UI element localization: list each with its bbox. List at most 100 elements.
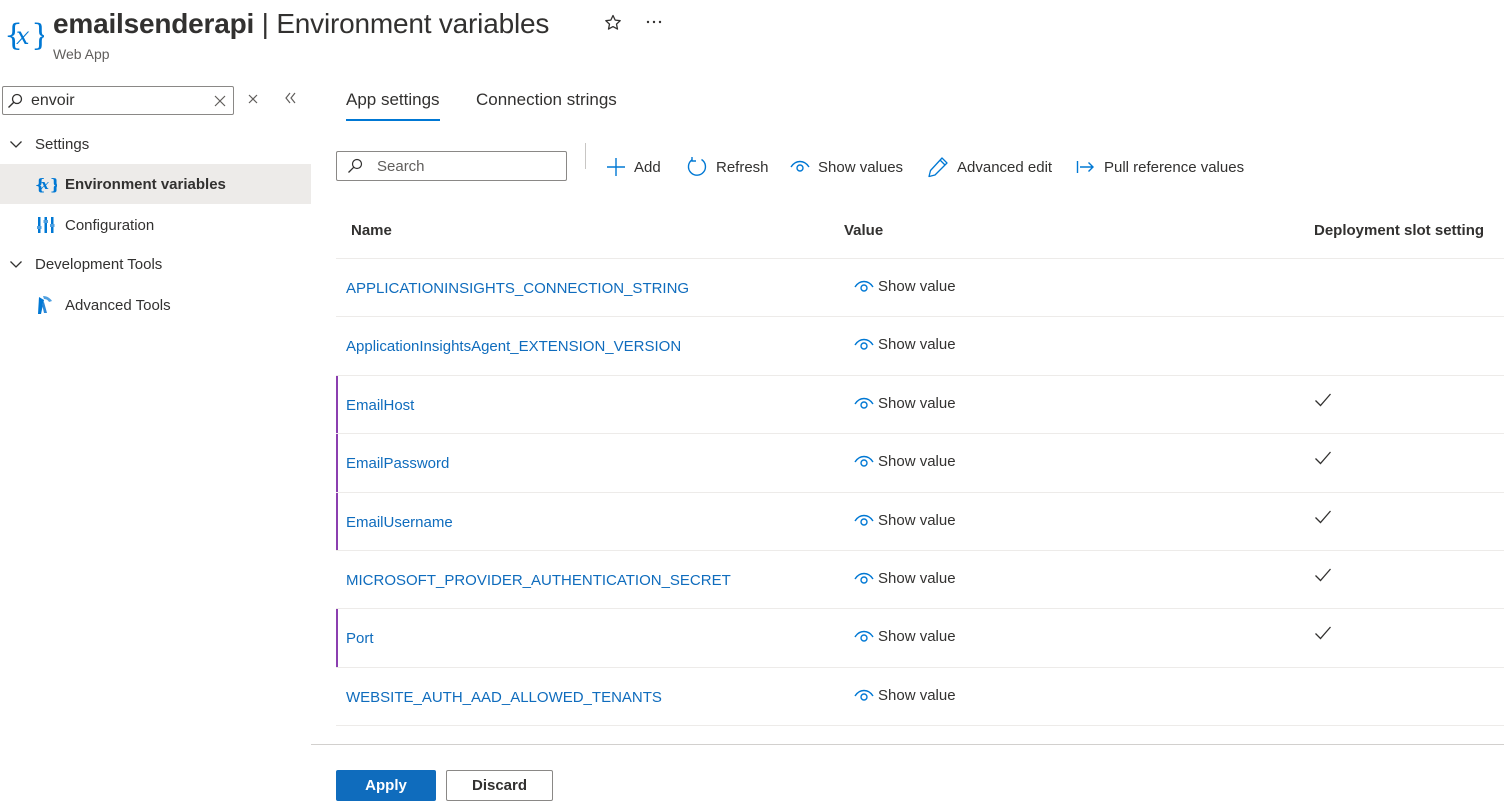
- checkmark-icon: [1314, 509, 1332, 530]
- show-values-label: Show values: [818, 158, 904, 176]
- table-row: WEBSITE_AUTH_AAD_ALLOWED_TENANTS Show val…: [336, 667, 1504, 726]
- eye-icon: [854, 689, 874, 701]
- setting-name-link[interactable]: APPLICATIONINSIGHTS_CONNECTION_STRING: [346, 280, 689, 297]
- show-value-label: Show value: [878, 687, 956, 704]
- apply-button[interactable]: Apply: [336, 770, 436, 801]
- show-value-label: Show value: [878, 570, 956, 587]
- refresh-label: Refresh: [716, 158, 769, 176]
- sidebar-item-environment-variables[interactable]: { x } Environment variables: [0, 164, 311, 204]
- search-icon: [337, 158, 373, 174]
- show-value-label: Show value: [878, 278, 956, 295]
- show-value-button[interactable]: Show value: [854, 336, 956, 353]
- show-values-button[interactable]: Show values: [790, 154, 903, 180]
- search-input[interactable]: [373, 157, 553, 175]
- nav-group-label: Development Tools: [35, 255, 163, 273]
- checkmark-icon: [1314, 625, 1332, 646]
- sidebar-item-configuration[interactable]: Configuration: [0, 205, 311, 245]
- advanced-edit-label: Advanced edit: [957, 158, 1053, 176]
- variables-icon: { x }: [4, 14, 50, 54]
- chevron-down-icon: [2, 257, 30, 271]
- tab-connection-strings[interactable]: Connection strings: [476, 90, 617, 110]
- checkmark-icon: [1314, 567, 1332, 588]
- show-value-button[interactable]: Show value: [854, 278, 956, 295]
- sidebar-item-label: Environment variables: [65, 175, 226, 193]
- discard-button[interactable]: Discard: [446, 770, 553, 801]
- show-value-label: Show value: [878, 336, 956, 353]
- eye-icon: [854, 280, 874, 292]
- nav-group-settings[interactable]: Settings: [0, 128, 89, 160]
- show-value-button[interactable]: Show value: [854, 453, 956, 470]
- settings-search[interactable]: [336, 151, 567, 181]
- show-value-button[interactable]: Show value: [854, 512, 956, 529]
- eye-icon: [854, 397, 874, 409]
- setting-name-link[interactable]: ApplicationInsightsAgent_EXTENSION_VERSI…: [346, 338, 681, 355]
- menu-search-input[interactable]: envoir: [2, 86, 234, 115]
- pencil-icon: [928, 157, 948, 178]
- star-icon[interactable]: [604, 14, 622, 38]
- page-title: emailsenderapi | Environment variables: [53, 8, 549, 40]
- modified-marker: [336, 434, 338, 492]
- sidebar-item-advanced-tools[interactable]: Advanced Tools: [0, 285, 311, 325]
- eye-icon: [790, 160, 810, 172]
- collapse-menu-icon[interactable]: [282, 90, 298, 111]
- menu-search-value: envoir: [31, 91, 75, 109]
- pull-reference-values-label: Pull reference values: [1104, 158, 1245, 176]
- pull-reference-values-button[interactable]: Pull reference values: [1076, 154, 1244, 180]
- show-value-label: Show value: [878, 512, 956, 529]
- show-value-button[interactable]: Show value: [854, 570, 956, 587]
- advanced-edit-button[interactable]: Advanced edit: [927, 154, 1052, 180]
- add-button[interactable]: Add: [606, 154, 661, 180]
- setting-name-link[interactable]: EmailHost: [346, 397, 414, 414]
- modified-marker: [336, 493, 338, 551]
- refresh-button[interactable]: Refresh: [686, 154, 769, 180]
- search-icon: [3, 93, 27, 109]
- table-row: MICROSOFT_PROVIDER_AUTHENTICATION_SECRET…: [336, 550, 1504, 609]
- show-value-button[interactable]: Show value: [854, 687, 956, 704]
- setting-name-link[interactable]: MICROSOFT_PROVIDER_AUTHENTICATION_SECRET: [346, 572, 731, 589]
- title-separator: |: [254, 8, 277, 39]
- clear-search-icon[interactable]: [207, 95, 233, 107]
- table-row: EmailHost Show value: [336, 375, 1504, 434]
- sidebar-item-label: Advanced Tools: [65, 296, 171, 314]
- show-value-button[interactable]: Show value: [854, 395, 956, 412]
- eye-icon: [854, 338, 874, 350]
- toolbar-divider: [585, 143, 586, 169]
- page-name: Environment variables: [276, 8, 550, 39]
- setting-name-link[interactable]: Port: [346, 630, 374, 647]
- refresh-icon: [687, 157, 707, 176]
- eye-icon: [854, 572, 874, 584]
- setting-name-link[interactable]: WEBSITE_AUTH_AAD_ALLOWED_TENANTS: [346, 689, 662, 706]
- show-value-label: Show value: [878, 628, 956, 645]
- chevron-down-icon: [2, 137, 30, 151]
- show-value-label: Show value: [878, 395, 956, 412]
- modified-marker: [336, 609, 338, 667]
- more-icon[interactable]: [645, 12, 663, 35]
- add-icon: [607, 158, 625, 176]
- column-header-value[interactable]: Value: [844, 222, 883, 239]
- svg-text:x: x: [16, 22, 30, 50]
- table-row: ApplicationInsightsAgent_EXTENSION_VERSI…: [336, 316, 1504, 375]
- checkmark-icon: [1314, 450, 1332, 471]
- eye-icon: [854, 514, 874, 526]
- resource-name: emailsenderapi: [53, 8, 255, 39]
- sidebar-item-label: Configuration: [65, 216, 155, 234]
- table-row: Port Show value: [336, 608, 1504, 667]
- show-value-button[interactable]: Show value: [854, 628, 956, 645]
- close-icon[interactable]: [246, 92, 260, 111]
- configuration-icon: [33, 216, 59, 234]
- footer-divider: [311, 744, 1504, 745]
- svg-text:x: x: [40, 178, 49, 193]
- nav-group-development-tools[interactable]: Development Tools: [0, 248, 162, 280]
- tab-app-settings[interactable]: App settings: [346, 90, 440, 121]
- svg-text:}: }: [31, 18, 44, 53]
- setting-name-link[interactable]: EmailUsername: [346, 514, 453, 531]
- column-header-name[interactable]: Name: [351, 222, 392, 239]
- column-header-deployment-slot-setting[interactable]: Deployment slot setting: [1314, 222, 1484, 239]
- advanced-tools-icon: [33, 294, 59, 316]
- table-row: EmailUsername Show value: [336, 492, 1504, 551]
- checkmark-icon: [1314, 392, 1332, 413]
- nav-group-label: Settings: [35, 135, 90, 153]
- setting-name-link[interactable]: EmailPassword: [346, 455, 449, 472]
- svg-text:}: }: [50, 175, 57, 194]
- table-row: EmailPassword Show value: [336, 433, 1504, 492]
